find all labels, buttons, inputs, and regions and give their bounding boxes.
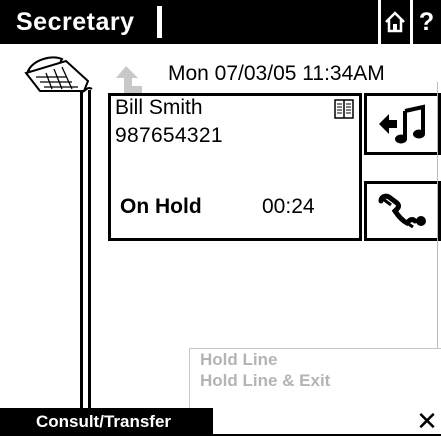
music-on-hold-button[interactable] [364, 93, 441, 155]
help-label: ? [418, 7, 435, 36]
close-icon: ✕ [416, 406, 438, 436]
consult-transfer-tab[interactable]: Consult/Transfer [0, 408, 213, 436]
home-icon [384, 11, 405, 33]
caller-name: Bill Smith [115, 96, 203, 119]
book-icon[interactable] [334, 98, 354, 120]
close-button[interactable]: ✕ [414, 408, 440, 434]
music-on-hold-icon [378, 104, 425, 144]
phone-cord-line [88, 90, 91, 408]
app-title: Secretary [16, 8, 135, 36]
menu-item-hold-line-exit[interactable]: Hold Line & Exit [200, 371, 330, 391]
date-time: Mon 07/03/05 11:34AM [168, 62, 385, 85]
transfer-call-icon [378, 193, 426, 229]
menu-item-hold-line[interactable]: Hold Line [200, 350, 277, 370]
call-timer: 00:24 [262, 195, 315, 218]
caller-number: 987654321 [115, 124, 223, 147]
title-cursor [157, 6, 162, 38]
phone-handset-icon [24, 56, 93, 93]
transfer-call-button[interactable] [364, 181, 441, 241]
call-state: On Hold [120, 195, 202, 218]
help-button[interactable]: ? [410, 0, 440, 44]
phone-cord-line [80, 90, 83, 408]
home-button[interactable] [378, 0, 408, 44]
